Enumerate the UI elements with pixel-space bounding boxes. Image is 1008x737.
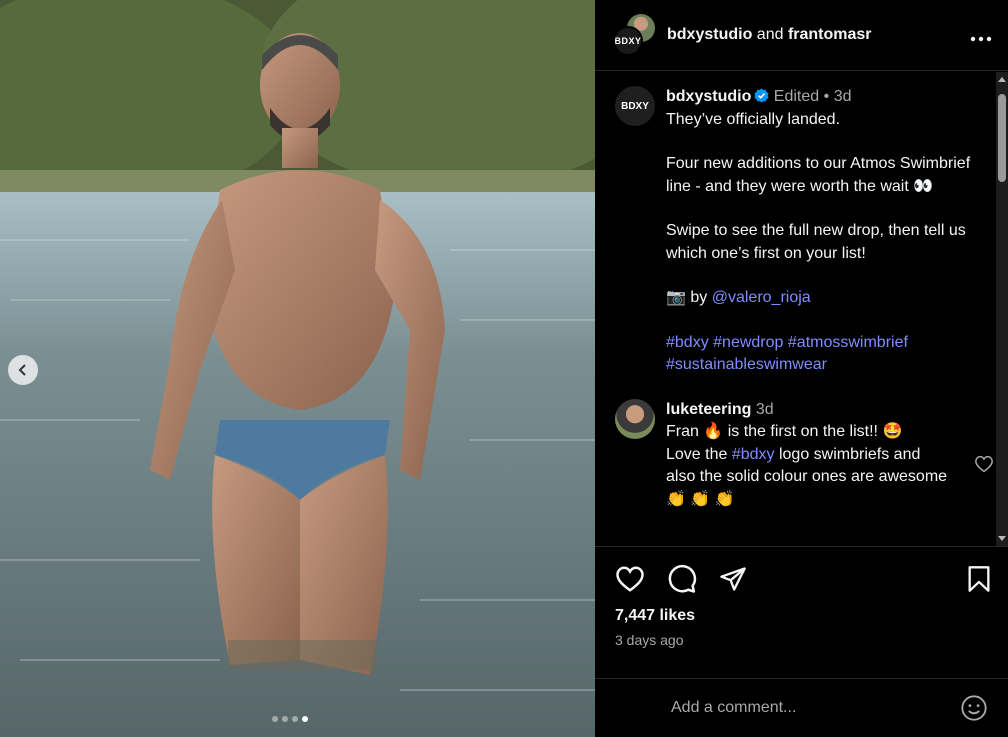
comment-item: luketeering 3d Fran 🔥 is the first on th… bbox=[595, 377, 1008, 512]
edited-label: Edited bbox=[773, 88, 820, 105]
comment-author[interactable]: luketeering bbox=[666, 401, 751, 418]
post-timestamp: 3 days ago bbox=[615, 632, 684, 648]
comment-body: luketeering 3d Fran 🔥 is the first on th… bbox=[666, 399, 993, 512]
caption-body: bdxystudio Edited • 3d They’ve officiall… bbox=[666, 86, 986, 377]
emoji-button[interactable] bbox=[960, 694, 988, 722]
caption-line-1: They’ve officially landed. bbox=[666, 110, 841, 128]
commenter-avatar[interactable] bbox=[615, 398, 655, 439]
hashtag-link[interactable]: #newdrop bbox=[713, 334, 783, 351]
comment-input[interactable] bbox=[671, 699, 960, 717]
author-avatar[interactable]: BDXY bbox=[613, 26, 643, 56]
post-header: BDXY bdxystudio and frantomasr bbox=[595, 0, 1008, 71]
caption: BDXY bdxystudio Edited • 3d They’ve offi… bbox=[595, 72, 1008, 377]
comment-button[interactable] bbox=[667, 564, 697, 594]
comment-hashtag-link[interactable]: #bdxy bbox=[732, 446, 775, 463]
hashtag-link[interactable]: #bdxy bbox=[666, 334, 709, 351]
action-icons-row bbox=[595, 547, 1008, 611]
hashtag-link[interactable]: #atmosswimbrief bbox=[788, 334, 908, 351]
comments-scroll-area[interactable]: BDXY bdxystudio Edited • 3d They’ve offi… bbox=[595, 72, 1008, 546]
emoji-icon bbox=[961, 695, 987, 721]
caption-line-3: Swipe to see the full new drop, then tel… bbox=[666, 222, 966, 262]
post-actions: 7,447 likes 3 days ago bbox=[595, 546, 1008, 678]
coauthor-username[interactable]: frantomasr bbox=[788, 26, 872, 43]
add-comment-bar bbox=[595, 678, 1008, 737]
scroll-thumb[interactable] bbox=[998, 94, 1006, 182]
collab-joiner: and bbox=[756, 26, 784, 43]
photo-credit: 📷 by @valero_rioja bbox=[666, 287, 986, 310]
verified-badge-icon bbox=[754, 88, 769, 103]
carousel-dots bbox=[272, 716, 308, 722]
bookmark-icon bbox=[968, 566, 990, 592]
comment-text: Fran 🔥 is the first on the list!! 🤩 Love… bbox=[666, 421, 950, 511]
carousel-dot bbox=[292, 716, 298, 722]
comment-text-part: Fran 🔥 is the first on the list!! 🤩 bbox=[666, 423, 903, 440]
post-header-title: bdxystudio and frantomasr bbox=[667, 26, 958, 44]
hashtags: #bdxy #newdrop #atmosswimbrief #sustaina… bbox=[666, 332, 986, 377]
comments-scrollbar[interactable] bbox=[996, 72, 1008, 546]
comment-age[interactable]: 3d bbox=[756, 401, 774, 418]
save-button[interactable] bbox=[966, 565, 992, 593]
brand-mark: BDXY bbox=[621, 100, 649, 112]
like-button[interactable] bbox=[615, 565, 645, 593]
caption-author[interactable]: bdxystudio bbox=[666, 88, 751, 105]
hashtag-link[interactable]: #sustainableswimwear bbox=[666, 356, 827, 373]
heart-icon bbox=[616, 566, 644, 592]
collab-avatars[interactable]: BDXY bbox=[613, 14, 655, 56]
more-horizontal-icon bbox=[970, 36, 992, 42]
brand-mark: BDXY bbox=[614, 36, 642, 46]
send-icon bbox=[720, 567, 746, 591]
caption-age[interactable]: 3d bbox=[834, 88, 852, 105]
more-options-button[interactable] bbox=[970, 24, 992, 46]
carousel-dot bbox=[282, 716, 288, 722]
credit-prefix: 📷 by bbox=[666, 289, 712, 306]
carousel-prev-button[interactable] bbox=[8, 355, 38, 385]
likes-count[interactable]: 7,447 likes bbox=[595, 607, 1008, 625]
comment-like-heart-icon[interactable] bbox=[974, 455, 994, 473]
post-media[interactable] bbox=[0, 0, 595, 737]
credit-handle-link[interactable]: @valero_rioja bbox=[712, 289, 811, 306]
post-photo bbox=[0, 0, 595, 737]
comment-text-part: Love the bbox=[666, 445, 732, 463]
carousel-dot-active bbox=[302, 716, 308, 722]
comment-icon bbox=[668, 565, 697, 593]
meta-separator: • bbox=[823, 88, 830, 105]
author-username[interactable]: bdxystudio bbox=[667, 26, 752, 43]
post-side-panel: BDXY bdxystudio and frantomasr BDXY bdxy… bbox=[595, 0, 1008, 737]
share-button[interactable] bbox=[719, 565, 747, 593]
caption-line-2: Four new additions to our Atmos Swimbrie… bbox=[666, 155, 971, 195]
carousel-dot bbox=[272, 716, 278, 722]
scroll-down-arrow[interactable] bbox=[998, 536, 1006, 541]
chevron-left-icon bbox=[18, 364, 26, 376]
scroll-up-arrow[interactable] bbox=[998, 77, 1006, 82]
caption-author-avatar[interactable]: BDXY bbox=[615, 86, 655, 126]
